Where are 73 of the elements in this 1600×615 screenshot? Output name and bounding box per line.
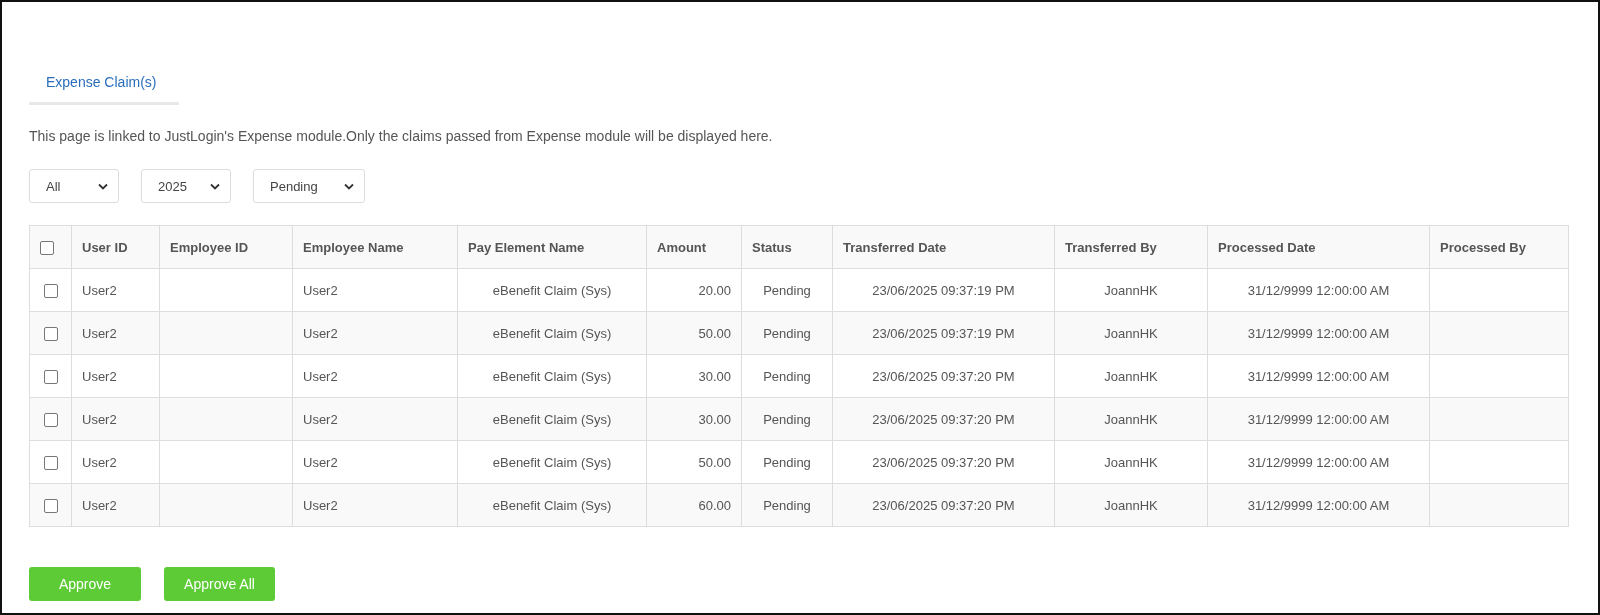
table-cell: 60.00 (698, 497, 731, 513)
table-cell: User2 (303, 368, 338, 384)
table-cell: Pending (763, 497, 811, 513)
table-cell: User2 (303, 454, 338, 470)
column-header: Employee Name (292, 225, 458, 269)
row-checkbox[interactable] (43, 369, 58, 384)
table-cell: Pending (763, 368, 811, 384)
chevron-down-icon (98, 182, 108, 190)
column-header: Processed Date (1207, 225, 1430, 269)
chevron-down-icon (210, 182, 220, 190)
table-cell: JoannHK (1104, 282, 1158, 298)
column-header: Employee ID (159, 225, 293, 269)
filter-dropdown[interactable]: 2025 (141, 169, 231, 203)
column-header: User ID (71, 225, 160, 269)
table-cell: JoannHK (1104, 497, 1158, 513)
table-cell: 23/06/2025 09:37:19 PM (872, 282, 1015, 298)
table-cell: 31/12/9999 12:00:00 AM (1247, 368, 1390, 384)
table-cell: 23/06/2025 09:37:20 PM (872, 368, 1015, 384)
table-cell: 20.00 (698, 282, 731, 298)
table-cell: eBenefit Claim (Sys) (492, 282, 612, 298)
column-header: Pay Element Name (457, 225, 647, 269)
row-checkbox[interactable] (43, 455, 58, 470)
table-cell: 31/12/9999 12:00:00 AM (1247, 497, 1390, 513)
column-header: Amount (646, 225, 742, 269)
select-all-checkbox[interactable] (40, 240, 54, 255)
column-header: Transferred By (1054, 225, 1208, 269)
table-cell: User2 (82, 282, 117, 298)
table-cell: 30.00 (698, 368, 731, 384)
table-cell: eBenefit Claim (Sys) (492, 368, 612, 384)
table-cell: 31/12/9999 12:00:00 AM (1247, 411, 1390, 427)
table-cell: User2 (82, 497, 117, 513)
table-cell: User2 (82, 454, 117, 470)
filter-dropdown[interactable]: All (29, 169, 119, 203)
table-cell: User2 (303, 282, 338, 298)
table-cell: 23/06/2025 09:37:20 PM (872, 454, 1015, 470)
table-cell: Pending (763, 282, 811, 298)
table-cell: 31/12/9999 12:00:00 AM (1247, 454, 1390, 470)
filter-dropdown[interactable]: Pending (253, 169, 365, 203)
table-cell: 23/06/2025 09:37:19 PM (872, 325, 1015, 341)
row-checkbox[interactable] (43, 498, 58, 513)
table-cell: JoannHK (1104, 325, 1158, 341)
table-cell: User2 (303, 497, 338, 513)
column-header: Transferred Date (832, 225, 1055, 269)
table-cell: JoannHK (1104, 368, 1158, 384)
table-cell: 50.00 (698, 454, 731, 470)
tab[interactable]: Expense Claim(s) (29, 64, 179, 105)
table-cell: Pending (763, 411, 811, 427)
table-cell: 31/12/9999 12:00:00 AM (1247, 325, 1390, 341)
row-checkbox[interactable] (43, 326, 58, 341)
table-cell: Pending (763, 454, 811, 470)
table-cell: 30.00 (698, 411, 731, 427)
table-cell: User2 (303, 411, 338, 427)
table-cell: eBenefit Claim (Sys) (492, 411, 612, 427)
table-cell: JoannHK (1104, 454, 1158, 470)
table-cell: Pending (763, 325, 811, 341)
column-header: Status (741, 225, 833, 269)
table-cell: eBenefit Claim (Sys) (492, 454, 612, 470)
table-cell: 31/12/9999 12:00:00 AM (1247, 282, 1390, 298)
table-cell: User2 (82, 411, 117, 427)
table-cell: 23/06/2025 09:37:20 PM (872, 497, 1015, 513)
table-cell: eBenefit Claim (Sys) (492, 325, 612, 341)
table-cell: User2 (303, 325, 338, 341)
table-cell: User2 (82, 325, 117, 341)
table-cell: 50.00 (698, 325, 731, 341)
column-header: Processed By (1429, 225, 1569, 269)
table-cell: eBenefit Claim (Sys) (492, 497, 612, 513)
row-checkbox[interactable] (43, 412, 58, 427)
row-checkbox[interactable] (43, 283, 58, 298)
chevron-down-icon (344, 182, 354, 190)
table-cell: User2 (82, 368, 117, 384)
table-cell: JoannHK (1104, 411, 1158, 427)
notice-text: This page is linked to JustLogin's Expense module.Only the claims passed from Expense module will be displayed here. (29, 128, 774, 144)
table-cell: 23/06/2025 09:37:20 PM (872, 411, 1015, 427)
